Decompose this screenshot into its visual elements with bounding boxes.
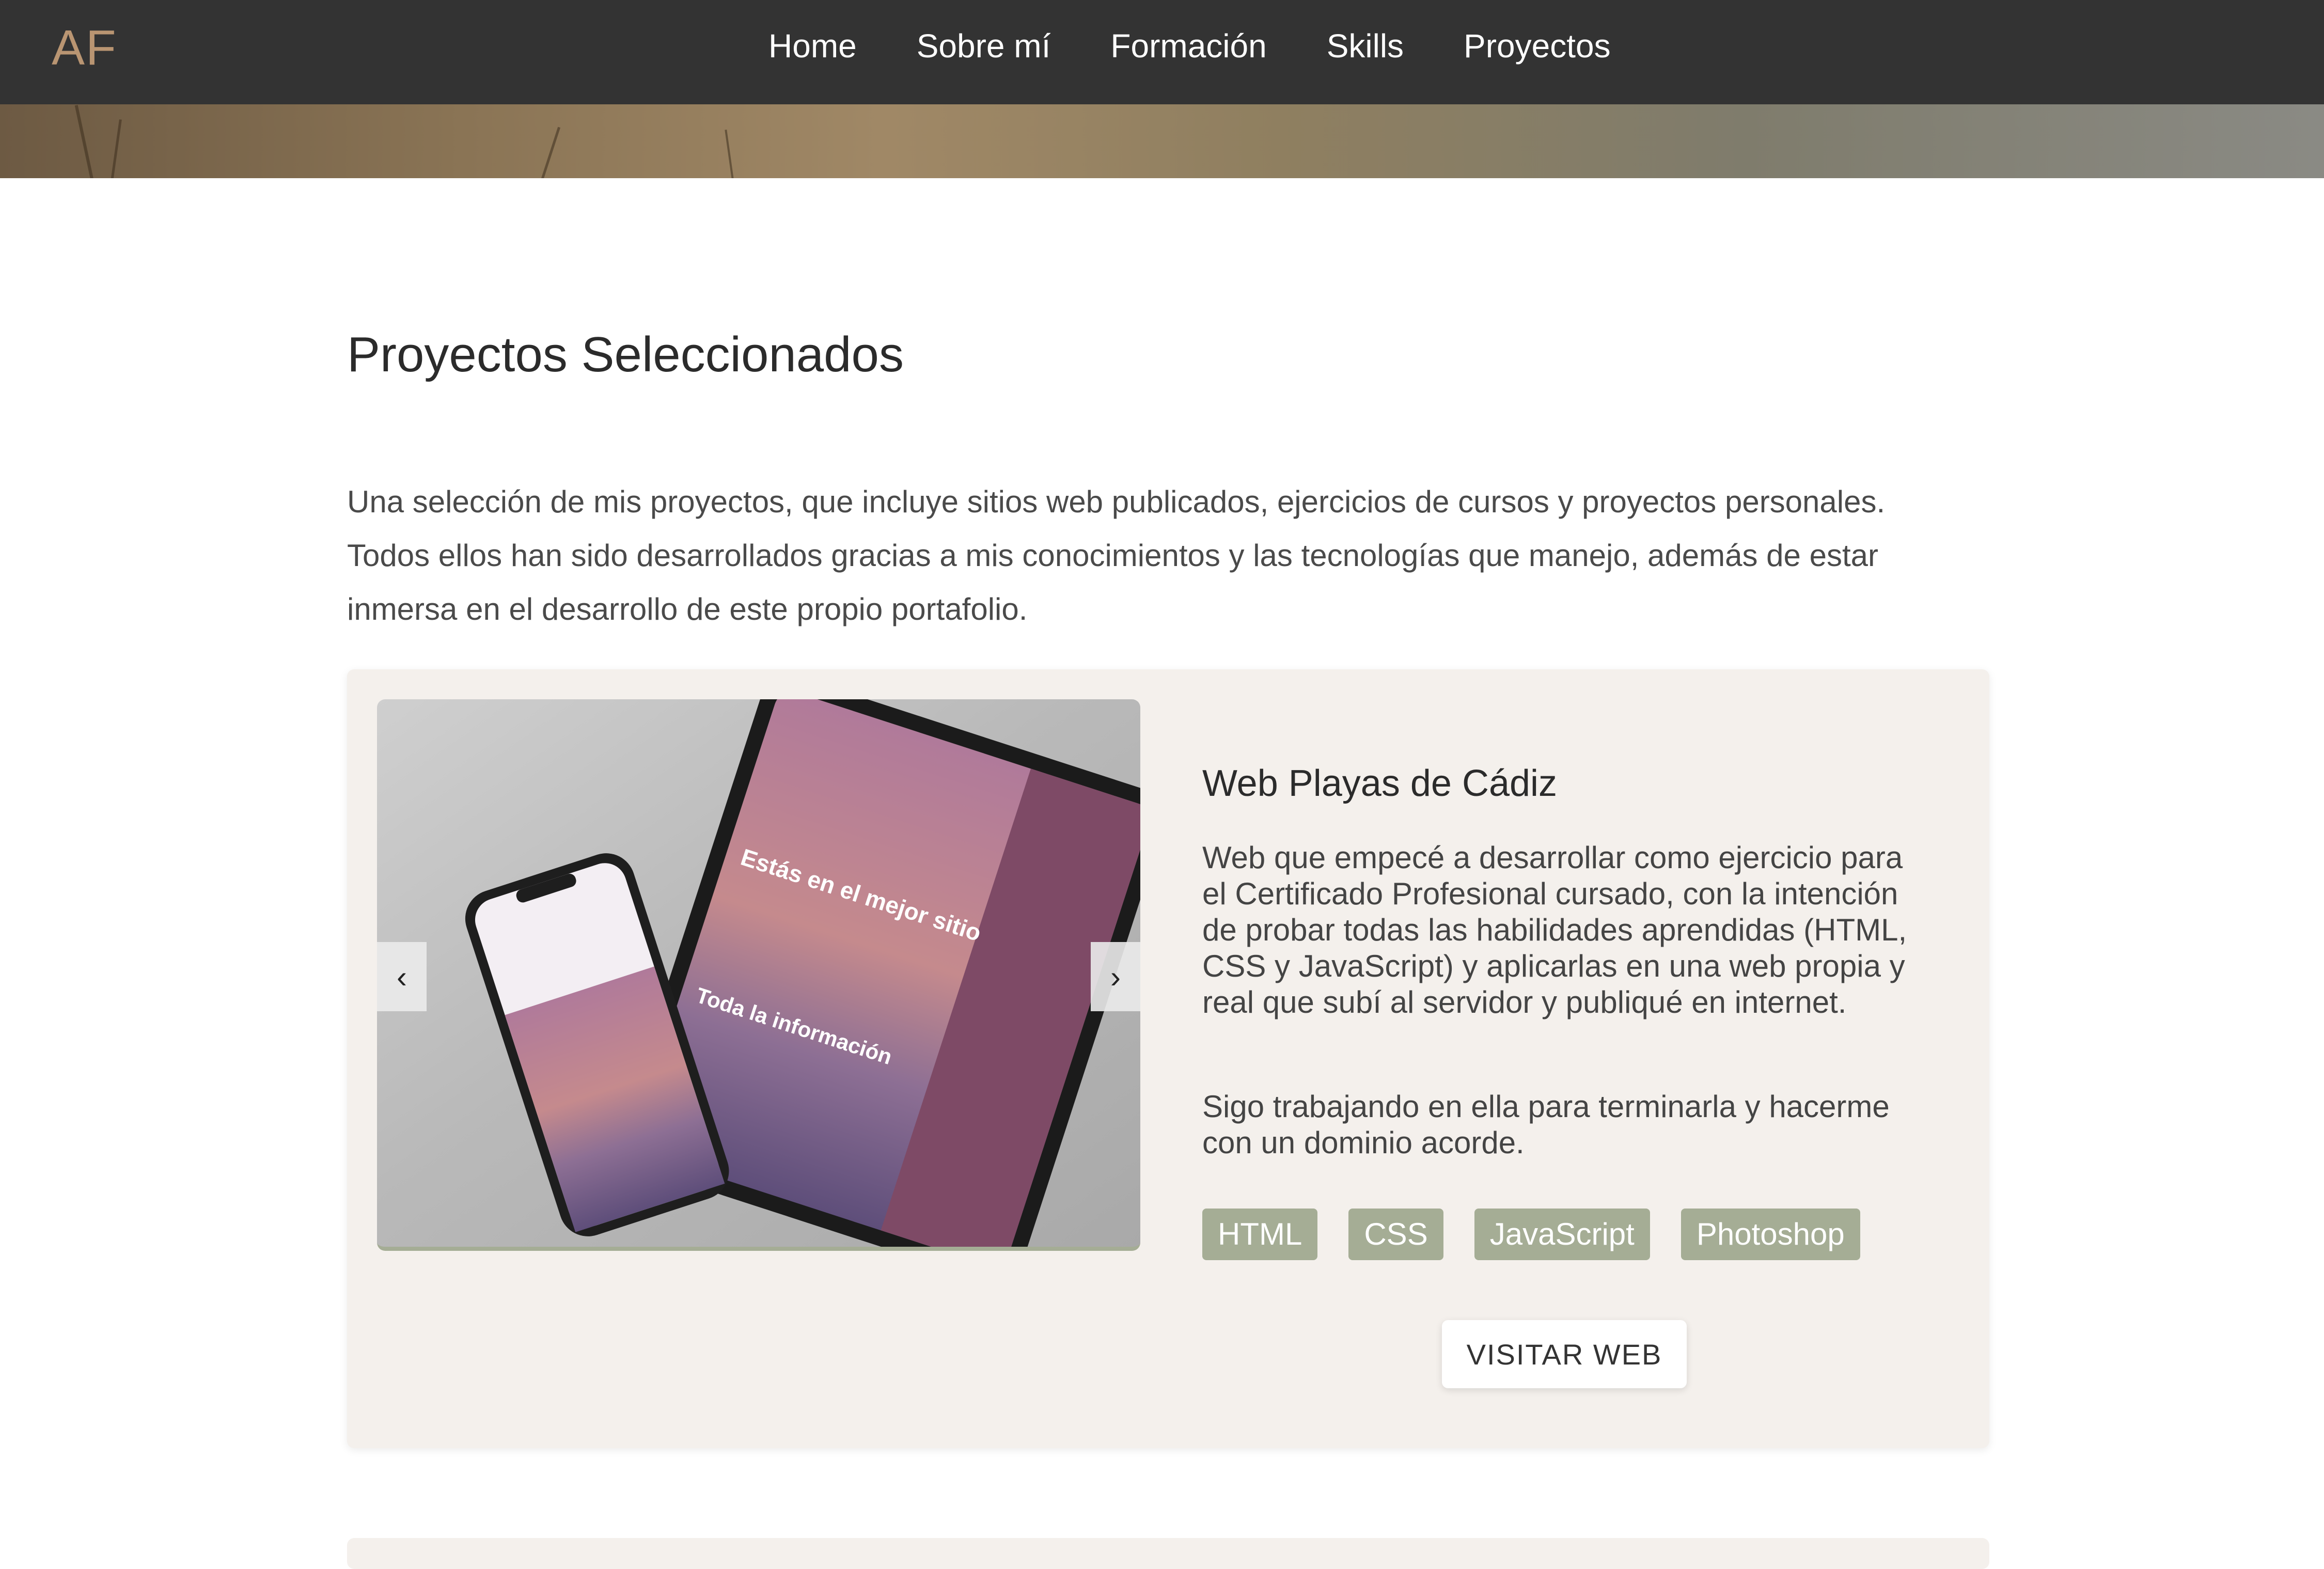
site-logo[interactable]: AF xyxy=(52,20,117,76)
grass-stem xyxy=(108,119,122,178)
grass-stem xyxy=(74,105,96,178)
project-description: Web que empecé a desarrollar como ejerci… xyxy=(1202,840,1907,1019)
grass-stem xyxy=(537,127,561,178)
next-project-card xyxy=(347,1538,1989,1569)
nav-link-sobre-mi[interactable]: Sobre mí xyxy=(917,27,1051,65)
carousel-next-button[interactable]: › xyxy=(1091,942,1140,1011)
carousel-prev-button[interactable]: ‹ xyxy=(377,942,427,1011)
project-title: Web Playas de Cádiz xyxy=(1202,763,1558,804)
main-nav: Home Sobre mí Formación Skills Proyectos xyxy=(768,27,1611,65)
project-description-status: Sigo trabajando en ella para terminarla … xyxy=(1202,1089,1890,1160)
tech-tags: HTML CSS JavaScript Photoshop xyxy=(1202,1209,1860,1260)
project-carousel: Estás en el mejor sitio Toda la informac… xyxy=(377,699,1140,1251)
nav-link-home[interactable]: Home xyxy=(768,27,857,65)
project-card: Estás en el mejor sitio Toda la informac… xyxy=(347,669,1989,1448)
device-mockup-image: Estás en el mejor sitio Toda la informac… xyxy=(465,699,1140,1247)
tag-photoshop: Photoshop xyxy=(1681,1209,1860,1260)
grass-stem xyxy=(725,129,735,178)
tag-html: HTML xyxy=(1202,1209,1318,1260)
section-title: Proyectos Seleccionados xyxy=(347,327,904,382)
tag-css: CSS xyxy=(1348,1209,1443,1260)
top-navbar: AF Home Sobre mí Formación Skills Proyec… xyxy=(0,0,2324,104)
nav-link-skills[interactable]: Skills xyxy=(1327,27,1404,65)
section-intro: Una selección de mis proyectos, que incl… xyxy=(347,484,1886,626)
visit-web-button[interactable]: VISITAR WEB xyxy=(1442,1320,1687,1388)
nav-link-formacion[interactable]: Formación xyxy=(1110,27,1266,65)
tag-javascript: JavaScript xyxy=(1474,1209,1650,1260)
nav-link-proyectos[interactable]: Proyectos xyxy=(1464,27,1611,65)
